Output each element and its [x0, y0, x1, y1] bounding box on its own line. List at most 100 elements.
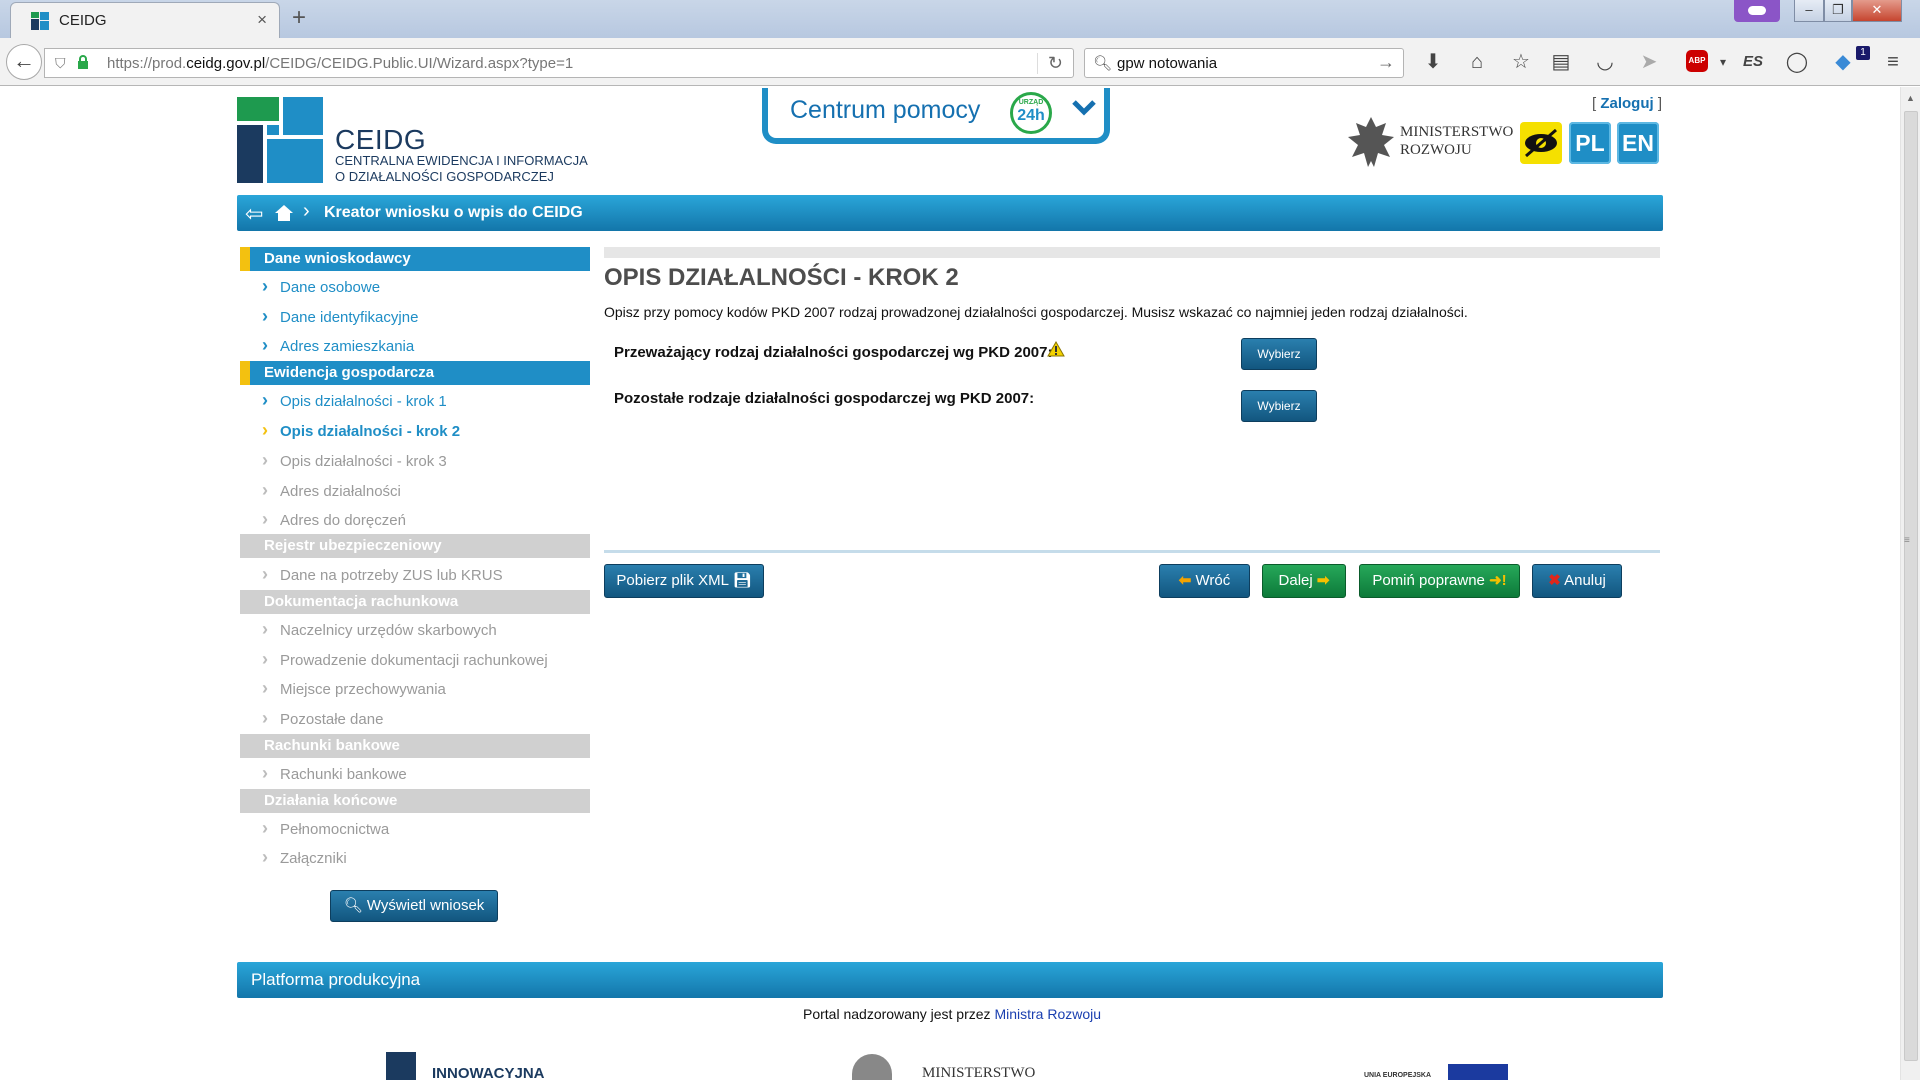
choose-main-activity-button[interactable]: Wybierz — [1241, 338, 1317, 370]
platform-bar: Platforma produkcyjna — [237, 962, 1663, 998]
eu-flag-icon — [1448, 1064, 1508, 1080]
page-description: Opisz przy pomocy kodów PKD 2007 rodzaj … — [604, 304, 1468, 320]
address-bar[interactable]: ⛉ https://prod.ceidg.gov.pl/CEIDG/CEIDG.… — [44, 48, 1074, 78]
ministry-link[interactable]: Ministra Rozwoju — [994, 1006, 1101, 1022]
cancel-button[interactable]: ✖ Anuluj — [1532, 564, 1622, 598]
navigation-bar: ← ⛉ https://prod.ceidg.gov.pl/CEIDG/CEID… — [0, 38, 1920, 86]
other-activities-label: Pozostałe rodzaje działalności gospodarc… — [614, 390, 1035, 407]
back-arrow-icon[interactable]: ← — [6, 44, 42, 80]
sidebar-section-insurance: Rejestr ubezpieczeniowy — [240, 534, 590, 558]
sidebar-item-bank-accounts: › Rachunki bankowe — [262, 763, 407, 783]
warning-icon — [1047, 341, 1065, 357]
maximize-button[interactable]: ❐ — [1824, 0, 1852, 22]
show-application-button[interactable]: 🔍︎ Wyświetl wniosek — [330, 890, 498, 922]
arrow-right-icon: ➡ — [1316, 572, 1330, 589]
chevron-right-icon: › — [262, 335, 268, 355]
sidebar-item-step-1[interactable]: › Opis działalności - krok 1 — [262, 389, 447, 411]
download-xml-button[interactable]: Pobierz plik XML 💾︎ — [604, 564, 764, 598]
chevron-right-icon: › — [303, 200, 310, 222]
main-activity-label: Przeważający rodzaj działalności gospoda… — [614, 344, 1053, 361]
sidebar-section-accounting: Dokumentacja rachunkowa — [240, 590, 590, 614]
notification-icon[interactable]: ◆ — [1830, 50, 1856, 76]
url-text[interactable]: https://prod.ceidg.gov.pl/CEIDG/CEIDG.Pu… — [107, 55, 573, 72]
reading-list-icon[interactable]: ▤ — [1548, 50, 1574, 76]
chevron-right-icon: › — [262, 480, 268, 500]
tab-close-icon[interactable]: × — [257, 10, 267, 30]
minimize-button[interactable]: – — [1794, 0, 1824, 22]
shield-icon[interactable]: ⛉ — [55, 55, 66, 72]
browser-tab[interactable]: CEIDG × — [10, 2, 280, 38]
menu-icon[interactable]: ≡ — [1880, 50, 1906, 76]
office-24h-icon: URZĄD 24h — [1010, 92, 1052, 134]
chevron-right-icon: › — [262, 450, 268, 470]
arrow-left-icon: ⬅ — [1178, 572, 1192, 589]
chevron-right-icon: › — [262, 818, 268, 838]
scroll-grip-icon: ≡ — [1904, 535, 1910, 546]
chevron-down-icon[interactable] — [1070, 94, 1098, 122]
chevron-right-icon: › — [262, 847, 268, 867]
sidebar-item-other-data: › Pozostałe dane — [262, 708, 384, 728]
send-icon[interactable]: ➤ — [1636, 50, 1662, 76]
lang-en-button[interactable]: EN — [1617, 122, 1659, 164]
sidebar-item-storage-place: › Miejsce przechowywania — [262, 678, 446, 698]
sidebar-item-step-2[interactable]: › Opis działalności - krok 2 — [262, 419, 460, 441]
search-input[interactable]: gpw notowania — [1117, 55, 1217, 72]
choose-other-activities-button[interactable]: Wybierz — [1241, 390, 1317, 422]
close-window-button[interactable]: ✕ — [1852, 0, 1902, 22]
sidebar-section-applicant[interactable]: Dane wnioskodawcy — [240, 247, 590, 271]
sidebar-section-final-actions: Działania końcowe — [240, 789, 590, 813]
new-tab-button[interactable]: + — [292, 4, 306, 32]
back-button[interactable]: ⬅ Wróć — [1159, 564, 1250, 598]
search-bar[interactable]: 🔍︎ gpw notowania → — [1084, 48, 1404, 78]
sidebar-item-attachments: › Załączniki — [262, 847, 347, 867]
breadcrumb: ⇦ › Kreator wniosku o wpis do CEIDG — [237, 195, 1663, 231]
footer-logo-text: UNIA EUROPEJSKA — [1364, 1072, 1432, 1079]
lang-pl-button[interactable]: PL — [1569, 122, 1611, 164]
innovative-economy-logo-icon — [386, 1052, 416, 1080]
supervision-note: Portal nadzorowany jest przez Ministra R… — [803, 1006, 1102, 1022]
adblock-icon[interactable]: ABP — [1686, 50, 1708, 72]
skip-warning-icon: ➜! — [1489, 572, 1507, 589]
accessibility-eye-icon[interactable] — [1520, 122, 1562, 164]
chevron-right-icon: › — [262, 509, 268, 529]
sidebar-item-identification[interactable]: › Dane identyfikacyjne — [262, 305, 418, 327]
es-icon[interactable]: ES — [1740, 50, 1766, 76]
private-mask-icon[interactable] — [1734, 0, 1780, 22]
home-icon[interactable]: ⌂ — [1464, 50, 1490, 76]
tab-title: CEIDG — [59, 12, 107, 29]
back-arrow-icon[interactable]: ⇦ — [245, 201, 263, 227]
sidebar-section-business-register[interactable]: Ewidencja gospodarcza — [240, 361, 590, 385]
sidebar-item-personal-data[interactable]: › Dane osobowe — [262, 275, 380, 297]
scroll-up-icon[interactable]: ▲ — [1906, 93, 1915, 103]
chevron-right-icon: › — [262, 708, 268, 728]
next-button[interactable]: Dalej ➡ — [1262, 564, 1346, 598]
search-go-arrow-icon[interactable]: → — [1377, 52, 1395, 73]
adblock-dropdown-icon[interactable]: ▾ — [1710, 50, 1736, 76]
scroll-thumb[interactable] — [1904, 111, 1918, 1061]
skip-correct-button[interactable]: Pomiń poprawne ➜! — [1359, 564, 1520, 598]
notification-badge: 1 — [1856, 46, 1870, 60]
chat-icon[interactable]: ◯ — [1784, 50, 1810, 76]
home-icon[interactable] — [273, 202, 295, 224]
download-icon[interactable]: ⬇ — [1420, 50, 1446, 76]
chevron-right-icon: › — [262, 390, 268, 410]
chevron-right-icon: › — [262, 420, 268, 440]
chevron-right-icon: › — [262, 564, 268, 584]
reload-icon[interactable]: ↻ — [1036, 53, 1063, 74]
sidebar-item-residence[interactable]: › Adres zamieszkania — [262, 334, 414, 356]
polish-eagle-emblem-icon — [1348, 117, 1394, 167]
lock-icon[interactable] — [77, 55, 89, 69]
login-link[interactable]: [ Zaloguj ] — [1592, 95, 1662, 112]
logo-subtitle: O DZIAŁALNOŚCI GOSPODARCZEJ — [335, 169, 554, 184]
bookmark-star-icon[interactable]: ☆ — [1508, 50, 1534, 76]
vertical-scrollbar[interactable]: ▲ ≡ — [1900, 87, 1920, 1080]
help-center-label: Centrum pomocy — [790, 96, 981, 124]
divider — [604, 550, 1660, 553]
ministry-name: MINISTERSTWO — [1400, 124, 1514, 140]
floppy-disk-icon: 💾︎ — [732, 572, 752, 589]
sidebar-item-business-address: › Adres działalności — [262, 480, 401, 500]
sidebar-item-accounting-records: › Prowadzenie dokumentacji rachunkowej — [262, 649, 548, 669]
help-center-tab[interactable]: Centrum pomocy URZĄD 24h — [762, 88, 1110, 144]
sidebar-item-powers-of-attorney: › Pełnomocnictwa — [262, 818, 390, 838]
pocket-icon[interactable]: ◡ — [1592, 50, 1618, 76]
